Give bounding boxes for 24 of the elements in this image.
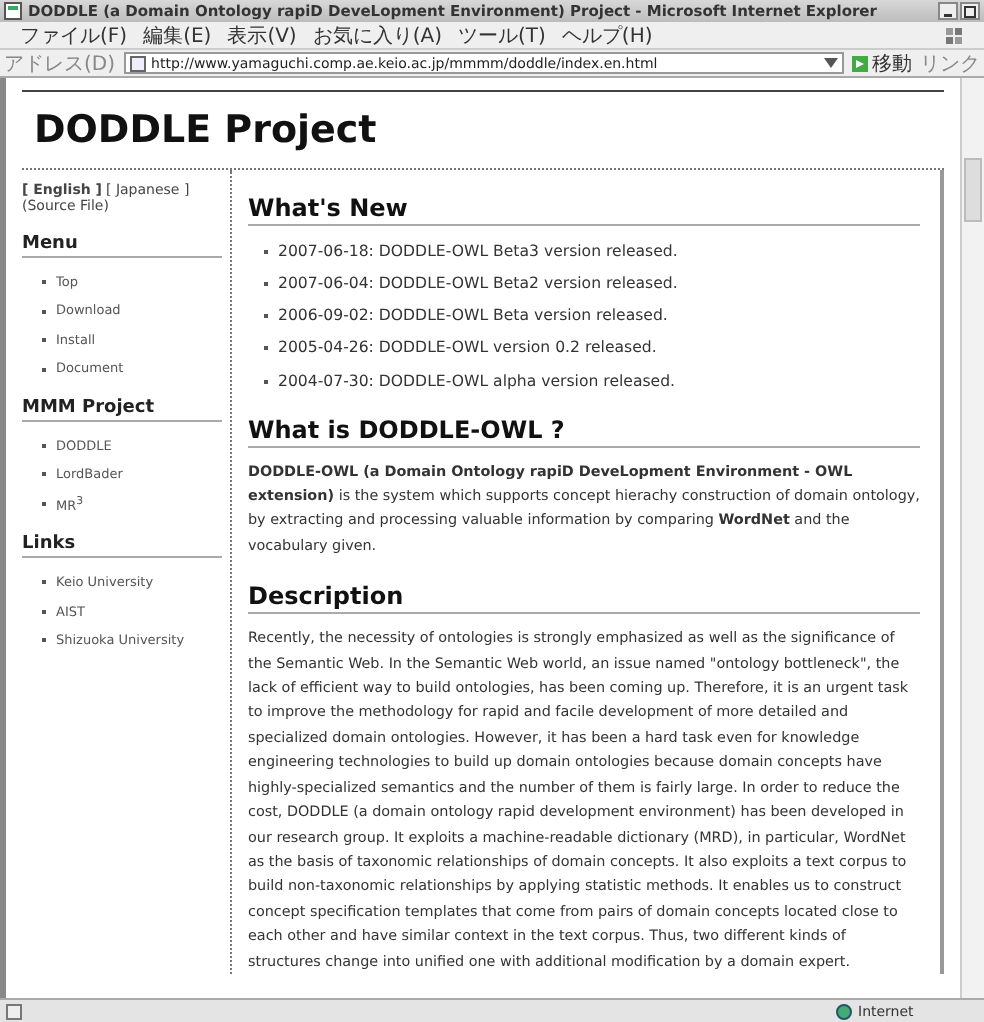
menu-item[interactable]: ヘルプ(H)	[561, 21, 653, 49]
section-heading: Description	[248, 582, 920, 615]
page-title: DODDLE Project	[34, 108, 379, 152]
minimize-button[interactable]	[938, 2, 958, 20]
browser-icon	[4, 2, 22, 20]
menu-item[interactable]: ツール(T)	[458, 21, 546, 49]
sidebar-heading: Menu	[22, 234, 222, 258]
go-button[interactable]: 移動	[852, 49, 912, 77]
section-heading: What is DODDLE-OWL ?	[248, 415, 920, 448]
menu-item[interactable]: お気に入り(A)	[312, 21, 442, 49]
sidebar-heading: Links	[22, 534, 222, 559]
globe-icon	[836, 1003, 852, 1019]
menu-item[interactable]: 表示(V)	[227, 21, 297, 49]
maximize-icon	[964, 5, 976, 17]
menu-item[interactable]: ファイル(F)	[20, 21, 128, 49]
maximize-button[interactable]	[960, 2, 980, 20]
menu-item[interactable]: 編集(E)	[143, 21, 212, 49]
sidebar-heading: MMM Project	[22, 397, 222, 422]
section-heading: What's New	[248, 194, 920, 226]
arrow-icon	[852, 55, 868, 71]
windows-logo-icon	[944, 25, 964, 45]
address-label: アドレス(D)	[4, 51, 116, 77]
dropdown-icon[interactable]	[824, 58, 838, 68]
page-icon	[129, 55, 146, 71]
